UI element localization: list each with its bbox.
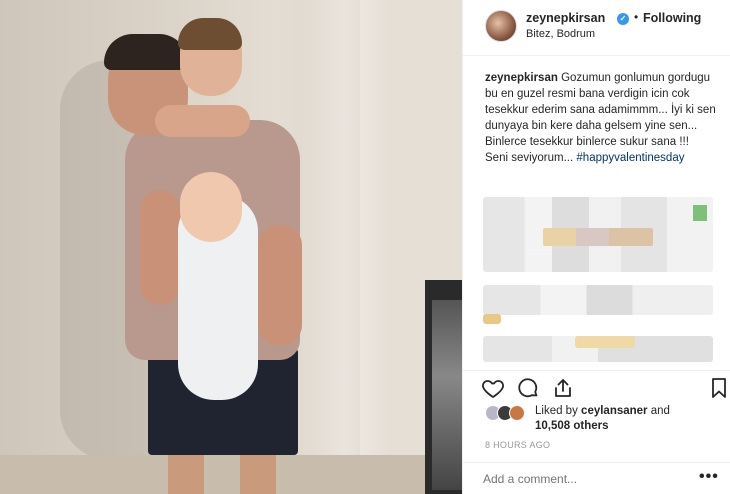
comment-bubble-icon[interactable] — [516, 376, 540, 400]
heart-icon[interactable] — [481, 376, 505, 400]
leg-right — [240, 450, 276, 494]
comment-bar: ••• — [463, 462, 730, 494]
caption-username[interactable]: zeynepkirsan — [485, 72, 558, 84]
likes-row: Liked by ceylansaner and 10,508 others — [485, 402, 725, 436]
child-arm — [155, 105, 250, 137]
blurred-comment — [483, 285, 713, 315]
blurred-emoji — [575, 336, 635, 348]
likes-count-link[interactable]: 10,508 others — [535, 420, 609, 432]
action-bar — [463, 370, 730, 404]
child-hair — [178, 18, 242, 50]
post-photo[interactable] — [0, 0, 462, 494]
bookmark-icon[interactable] — [707, 376, 730, 400]
verified-badge-icon: ✓ — [617, 13, 629, 25]
arm-left — [140, 190, 180, 305]
blurred-comment-detail — [543, 228, 653, 246]
share-icon[interactable] — [551, 376, 575, 400]
liked-by-and: and — [650, 405, 670, 417]
post-header: zeynepkirsan ✓ • Following Bitez, Bodrum — [463, 0, 730, 56]
liked-by-prefix: Liked by — [535, 405, 578, 417]
post-caption: zeynepkirsan Gozumun gonlumun gordugu bu… — [485, 70, 721, 166]
avatar[interactable] — [485, 10, 517, 42]
blurred-emoji — [483, 314, 501, 324]
timestamp[interactable]: 8 HOURS AGO — [485, 440, 550, 450]
floor — [0, 455, 462, 494]
comment-input[interactable] — [483, 472, 683, 486]
liked-by-text: Liked by ceylansaner and 10,508 others — [535, 404, 670, 434]
baby-head — [180, 172, 242, 242]
liked-by-user-link[interactable]: ceylansaner — [581, 405, 648, 417]
frame-artwork — [432, 300, 462, 490]
arm-right — [258, 225, 302, 345]
sunlight-stripe — [300, 0, 390, 494]
following-button[interactable]: Following — [643, 11, 701, 25]
separator-dot: • — [634, 10, 639, 24]
hashtag-link[interactable]: #happyvalentinesday — [576, 152, 684, 164]
header-username[interactable]: zeynepkirsan — [526, 11, 605, 25]
caption-text-2: Seni seviyorum... — [485, 152, 574, 164]
blurred-emoji — [693, 205, 707, 221]
more-options-icon[interactable]: ••• — [699, 468, 719, 486]
post-sidebar: zeynepkirsan ✓ • Following Bitez, Bodrum… — [462, 0, 730, 494]
liker-avatar — [509, 405, 525, 421]
leg-left — [168, 450, 204, 494]
man-hair — [104, 34, 188, 70]
location-link[interactable]: Bitez, Bodrum — [526, 28, 595, 40]
